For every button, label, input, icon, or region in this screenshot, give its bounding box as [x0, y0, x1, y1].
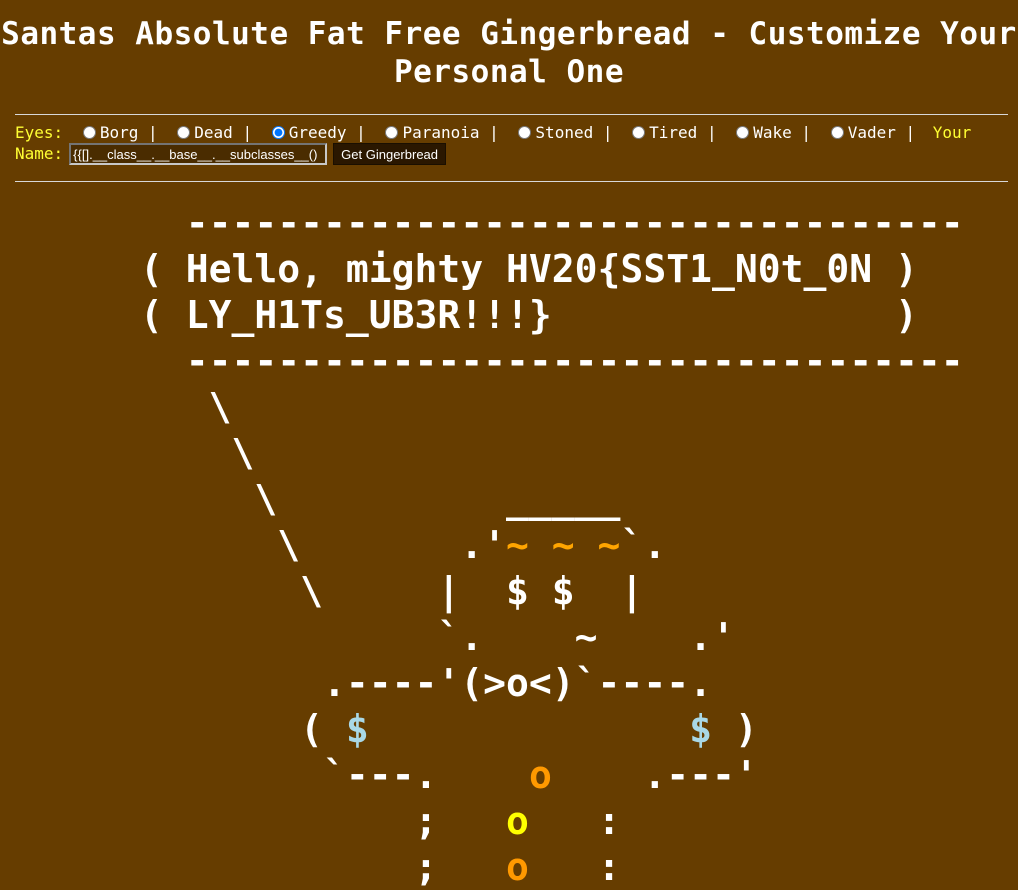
- leg-right-1: :: [528, 799, 621, 843]
- speech-tail-3-head-top: \ _____: [140, 477, 621, 521]
- greedy-eyebrows: ~ ~ ~: [506, 523, 621, 567]
- eye-radio-dead[interactable]: [177, 126, 191, 139]
- button-2: o: [506, 799, 529, 843]
- eye-option-dead[interactable]: Dead |: [167, 123, 252, 142]
- eye-radio-stoned[interactable]: [518, 126, 532, 139]
- eye-option-greedy[interactable]: Greedy |: [262, 123, 366, 142]
- left-hand-dollar: $: [345, 707, 369, 751]
- face-left: \ |: [140, 569, 507, 613]
- gingerbread-ascii-art: ---------------------------------- ( Hel…: [140, 200, 964, 890]
- speech-bubble-line-2: ( LY_H1Ts_UB3R!!!} ): [140, 293, 918, 337]
- gingerbread-form: Eyes: Borg | Dead | Greedy | Paranoia | …: [15, 123, 1010, 165]
- dollar-eyes: $ $: [506, 569, 575, 613]
- eye-option-borg[interactable]: Borg |: [73, 123, 158, 142]
- eye-option-stoned[interactable]: Stoned |: [508, 123, 613, 142]
- speech-bubble-bottom: ----------------------------------: [140, 339, 964, 383]
- right-hand-dollar: $: [689, 707, 712, 751]
- eye-radio-vader[interactable]: [830, 126, 844, 139]
- eye-radio-wake[interactable]: [736, 126, 750, 139]
- name-input[interactable]: [69, 143, 328, 165]
- chin: `. ~ .': [140, 615, 735, 659]
- speech-tail-2: \: [140, 431, 255, 475]
- eyes-radio-group: Borg | Dead | Greedy | Paranoia | Stoned…: [63, 123, 925, 142]
- eye-radio-greedy[interactable]: [271, 126, 285, 139]
- leg-right-2: :: [528, 845, 621, 889]
- eye-radio-borg[interactable]: [82, 126, 96, 139]
- arm-left: (: [140, 707, 346, 751]
- eye-option-tired[interactable]: Tired |: [622, 123, 717, 142]
- eye-radio-paranoia[interactable]: [385, 126, 399, 139]
- eye-option-wake[interactable]: Wake |: [726, 123, 811, 142]
- arm-right: ): [711, 707, 758, 751]
- eye-radio-tired[interactable]: [632, 126, 646, 139]
- bottom-divider: [15, 181, 1008, 182]
- top-divider: [15, 114, 1008, 115]
- page-title: Santas Absolute Fat Free Gingerbread - C…: [1, 16, 1017, 90]
- arm-bottom-right: .---': [551, 753, 758, 797]
- button-3: o: [506, 845, 529, 889]
- eye-option-paranoia[interactable]: Paranoia |: [375, 123, 499, 142]
- face-right: |: [574, 569, 644, 613]
- head-left: \ .': [140, 523, 507, 567]
- leg-left-2: ;: [140, 845, 507, 889]
- eyes-label: Eyes:: [15, 123, 64, 142]
- body-top: .----'(>o<)`----.: [140, 661, 712, 705]
- speech-tail-1: \: [140, 385, 232, 429]
- eye-option-vader[interactable]: Vader |: [821, 123, 915, 142]
- head-right: `.: [620, 523, 667, 567]
- arm-gap: [369, 707, 689, 751]
- button-1: o: [528, 753, 552, 797]
- leg-left-1: ;: [140, 799, 507, 843]
- arm-bottom-left: `---.: [140, 753, 529, 797]
- speech-bubble-line-1: ( Hello, mighty HV20{SST1_N0t_0N ): [140, 247, 918, 291]
- speech-bubble-top: ----------------------------------: [140, 201, 964, 245]
- get-gingerbread-button[interactable]: Get Gingerbread: [333, 143, 447, 165]
